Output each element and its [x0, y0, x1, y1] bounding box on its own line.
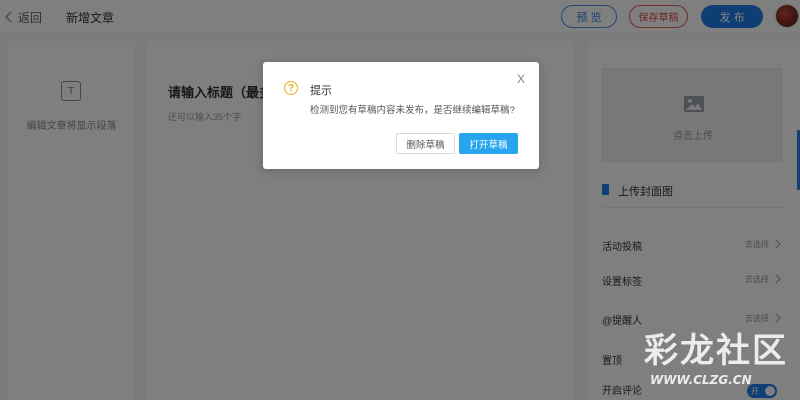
delete-draft-button[interactable]: 删除草稿 [396, 133, 455, 154]
site-watermark-logo: 彩龙社区 WWW.CLZG.CN [644, 331, 788, 387]
watermark-text: 彩龙社区 [644, 331, 788, 371]
watermark-url: WWW.CLZG.CN [650, 373, 752, 387]
question-circle-icon: ? [284, 81, 298, 95]
dialog-title: 提示 [310, 85, 332, 97]
close-icon[interactable]: X [515, 73, 527, 85]
open-draft-button[interactable]: 打开草稿 [459, 133, 518, 154]
draft-prompt-dialog: ? 提示 X 检测到您有草稿内容未发布，是否继续编辑草稿? 删除草稿 打开草稿 [263, 62, 539, 169]
dialog-message: 检测到您有草稿内容未发布，是否继续编辑草稿? [310, 105, 515, 116]
